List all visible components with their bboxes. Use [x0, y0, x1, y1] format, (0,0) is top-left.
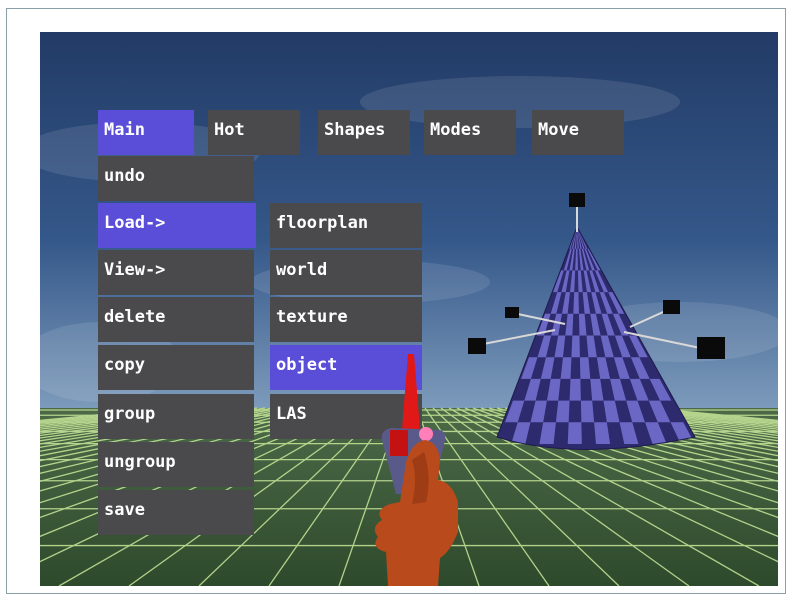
menu-main-label: Main — [104, 120, 145, 140]
main-menu-load-label: Load-> — [104, 213, 166, 233]
menu-hot-label: Hot — [214, 120, 245, 140]
load-submenu-las[interactable]: LAS — [270, 394, 422, 439]
menu-modes[interactable]: Modes — [424, 110, 516, 155]
load-submenu-texture-label: texture — [276, 307, 348, 327]
load-submenu-floorplan-label: floorplan — [276, 213, 369, 233]
main-menu-copy[interactable]: copy — [98, 345, 254, 390]
load-submenu-object[interactable]: object — [270, 345, 422, 390]
main-menu-delete[interactable]: delete — [98, 297, 254, 342]
menu-move-label: Move — [538, 120, 579, 140]
load-submenu-texture[interactable]: texture — [270, 297, 422, 342]
load-submenu-world[interactable]: world — [270, 250, 422, 295]
menu-modes-label: Modes — [430, 120, 482, 140]
main-menu-save[interactable]: save — [98, 490, 254, 535]
main-menu-save-label: save — [104, 500, 145, 520]
load-submenu-las-label: LAS — [276, 404, 307, 424]
vr-scene-viewport[interactable]: Main Hot Shapes Modes Move undo Load-> V… — [40, 32, 778, 586]
menu-hot[interactable]: Hot — [208, 110, 300, 155]
main-menu-view-label: View-> — [104, 260, 166, 280]
load-submenu-object-label: object — [276, 355, 338, 375]
main-menu-view[interactable]: View-> — [98, 250, 254, 295]
main-menu-copy-label: copy — [104, 355, 145, 375]
main-menu-group-label: group — [104, 404, 156, 424]
menu-move[interactable]: Move — [532, 110, 624, 155]
load-submenu-floorplan[interactable]: floorplan — [270, 203, 422, 248]
main-menu-undo[interactable]: undo — [98, 156, 254, 201]
menu-main[interactable]: Main — [98, 110, 194, 155]
main-menu-delete-label: delete — [104, 307, 166, 327]
load-submenu-world-label: world — [276, 260, 328, 280]
main-menu-group[interactable]: group — [98, 394, 254, 439]
menu-shapes[interactable]: Shapes — [318, 110, 410, 155]
main-menu-load[interactable]: Load-> — [98, 203, 256, 248]
main-menu-ungroup[interactable]: ungroup — [98, 442, 254, 487]
main-menu-ungroup-label: ungroup — [104, 452, 176, 472]
main-menu-undo-label: undo — [104, 166, 145, 186]
menu-shapes-label: Shapes — [324, 120, 386, 140]
